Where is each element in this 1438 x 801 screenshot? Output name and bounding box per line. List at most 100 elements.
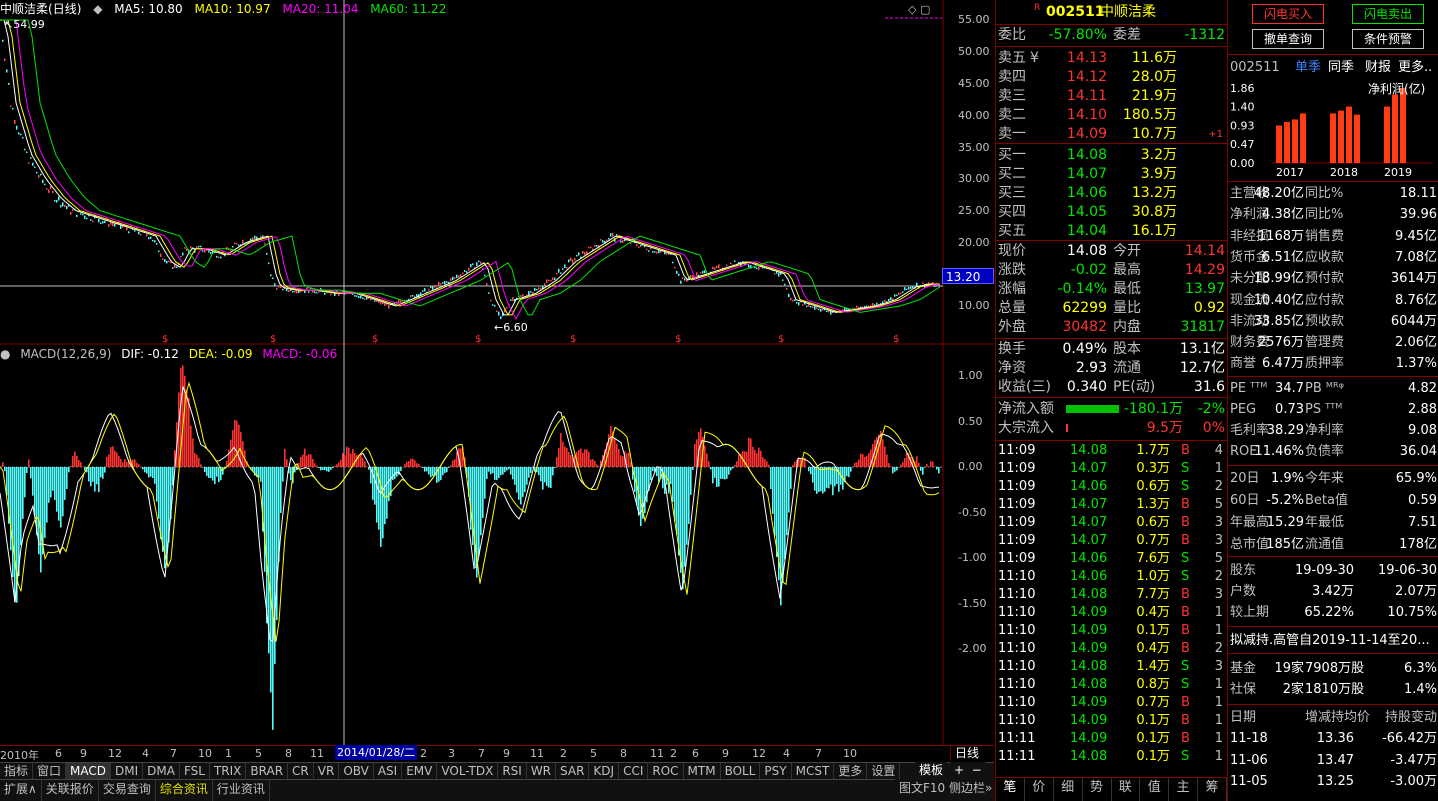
indicator-tab-wr[interactable]: WR	[527, 763, 557, 779]
indicator-tab-vr[interactable]: VR	[314, 763, 340, 779]
flash-sell-button[interactable]: 闪电卖出	[1352, 4, 1424, 24]
fin-tab[interactable]: 同季	[1328, 57, 1354, 78]
bottom-tab[interactable]: 扩展∧	[0, 780, 42, 801]
bottom-tab[interactable]: 交易查询	[99, 780, 156, 801]
macd-bar	[598, 465, 600, 467]
indicator-tab-cr[interactable]: CR	[288, 763, 314, 779]
funds-cell: 7908万股	[1305, 661, 1365, 676]
candle	[646, 248, 648, 251]
indicator-template-button[interactable]: 模板	[915, 762, 948, 779]
profit-bar	[1354, 114, 1360, 163]
sidebar-toggle[interactable]: 图文F10 侧边栏»	[895, 779, 997, 801]
macd-bar	[676, 467, 678, 535]
candle	[424, 288, 426, 292]
indicator-tab-指标[interactable]: 指标	[0, 763, 34, 779]
quote-tab[interactable]: 联	[1112, 778, 1141, 801]
stat-label: 外盘	[998, 319, 1026, 335]
indicator-tab-cci[interactable]: CCI	[619, 763, 649, 779]
quote-tab[interactable]: 细	[1054, 778, 1083, 801]
ask-price: 14.11	[1066, 88, 1107, 104]
candle	[220, 256, 222, 259]
val-cell: 36.04	[1399, 444, 1437, 459]
macd-bar	[400, 467, 402, 471]
indicator-tab-设置[interactable]: 设置	[867, 763, 901, 779]
indicator-tab-roc[interactable]: ROC	[648, 763, 684, 779]
macd-bar	[772, 467, 774, 514]
ma-toggle-icon[interactable]: ◆	[93, 2, 102, 16]
quote-tab[interactable]: 笔	[996, 778, 1025, 801]
indicator-tab-trix[interactable]: TRIX	[210, 763, 247, 779]
holders-cell: 19-06-30	[1377, 563, 1437, 578]
candle	[128, 231, 130, 234]
indicator-tab-vol-tdx[interactable]: VOL-TDX	[437, 763, 499, 779]
bottom-tab[interactable]: 综合资讯	[156, 780, 213, 801]
holders-cell: 户数	[1230, 584, 1257, 599]
kline-chart-area[interactable]: $ $ $ $ $ $ $ $ 中顺洁柔(日线) ◆ MA5: 10.80 MA10: 10.…	[0, 0, 994, 762]
indicator-tab-brar[interactable]: BRAR	[246, 763, 289, 779]
profit-year-label: 2019	[1384, 166, 1412, 179]
quote-tab[interactable]: 价	[1025, 778, 1054, 801]
indicator-tab-mtm[interactable]: MTM	[684, 763, 721, 779]
flash-buy-button[interactable]: 闪电买入	[1252, 4, 1324, 24]
tick-price: 14.09	[1070, 731, 1108, 746]
macd-bar	[92, 467, 94, 482]
indicator-tab-更多[interactable]: 更多	[834, 763, 868, 779]
macd-bar	[716, 467, 718, 487]
candle	[374, 300, 376, 302]
candle	[522, 294, 524, 297]
tick-time: 11:09	[998, 461, 1036, 476]
indicator-tab-mcst[interactable]: MCST	[792, 763, 835, 779]
candle	[690, 274, 692, 278]
tick-time: 11:09	[998, 479, 1036, 494]
fin-tab[interactable]: 更多..	[1398, 57, 1432, 78]
quote-tab[interactable]: 主	[1169, 778, 1199, 801]
candle	[8, 82, 10, 85]
candle	[590, 246, 592, 249]
window-icons[interactable]: ◇ ▢	[908, 3, 930, 16]
fin-tab[interactable]: 财报	[1365, 57, 1391, 78]
candle	[66, 205, 68, 210]
indicator-tab-emv[interactable]: EMV	[402, 763, 438, 779]
candle	[790, 297, 792, 301]
bottom-tab[interactable]: 行业资讯	[213, 780, 270, 801]
holder-notice[interactable]: 拟减持.高管自2019-11-14至20...	[1228, 630, 1438, 651]
condition-alert-button[interactable]: 条件预警	[1352, 29, 1424, 49]
candle	[384, 302, 386, 306]
indicator-tab-macd[interactable]: MACD	[66, 763, 112, 779]
macd-bar	[652, 467, 654, 472]
indicator-tab-kdj[interactable]: KDJ	[589, 763, 620, 779]
indicator-tab-obv[interactable]: OBV	[339, 763, 374, 779]
macd-bar	[408, 461, 410, 467]
indicator-tab-dma[interactable]: DMA	[143, 763, 180, 779]
indicator-tab-boll[interactable]: BOLL	[721, 763, 761, 779]
date-axis-tick: 7	[478, 747, 485, 760]
indicator-tab-rsi[interactable]: RSI	[498, 763, 527, 779]
macd-bar	[266, 467, 268, 624]
indicator-tab-psy[interactable]: PSY	[760, 763, 792, 779]
macd-collapse-icon[interactable]: ●	[0, 347, 10, 361]
macd-bar	[814, 467, 816, 491]
candle	[24, 148, 26, 151]
fin-tab[interactable]: 002511	[1230, 57, 1280, 78]
macd-bar	[142, 467, 144, 470]
quote-tab[interactable]: 筹	[1198, 778, 1227, 801]
quote-tab[interactable]: 势	[1083, 778, 1112, 801]
cancel-order-button[interactable]: 撤单查询	[1252, 29, 1324, 49]
weibi-row: 委比 -57.80% 委差 -1312	[998, 27, 1225, 43]
bottom-tab[interactable]: 关联报价	[42, 780, 99, 801]
indicator-tab-fsl[interactable]: FSL	[180, 763, 210, 779]
tick-count: 3	[1214, 659, 1223, 674]
kline-chart-svg[interactable]: $ $ $ $ $ $ $ $	[0, 0, 994, 762]
indicator-tab-窗口[interactable]: 窗口	[33, 763, 67, 779]
candle	[202, 250, 204, 252]
fin-tab[interactable]: 单季	[1295, 57, 1321, 78]
tick-volume: 0.7万	[1136, 695, 1170, 710]
indicator-tab-dmi[interactable]: DMI	[111, 763, 144, 779]
indicator-tab-sar[interactable]: SAR	[556, 763, 590, 779]
period-button[interactable]: 日线	[950, 745, 994, 761]
candle	[462, 272, 464, 275]
indicator-tab-asi[interactable]: ASI	[374, 763, 403, 779]
zoom-controls[interactable]: + −	[950, 762, 986, 779]
macd-bar	[926, 464, 928, 467]
quote-tab[interactable]: 值	[1140, 778, 1170, 801]
